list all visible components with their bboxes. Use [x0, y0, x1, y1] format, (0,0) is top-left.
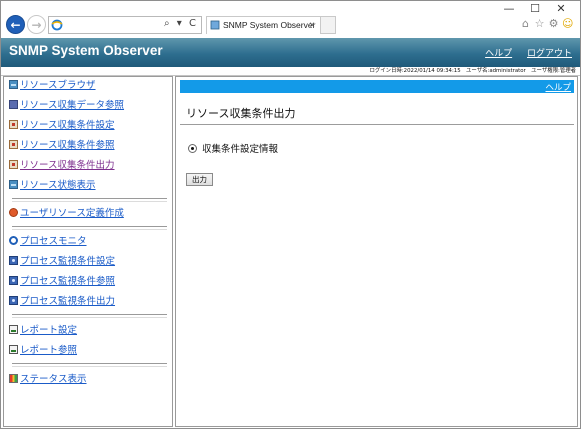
radio-selected-icon[interactable] — [188, 143, 197, 153]
title-divider — [180, 124, 574, 125]
app-title: SNMP System Observer — [9, 43, 163, 58]
ie-page-icon — [51, 19, 63, 31]
sidebar-item-process-monitor[interactable]: プロセスモニタ — [9, 234, 87, 247]
process-monitor-icon — [9, 235, 18, 245]
maximize-button[interactable]: ☐ — [522, 2, 548, 16]
login-info: ログイン日時:2022/01/14 09:34:15 ユーザ名:administ… — [369, 68, 577, 74]
resource-status-icon — [9, 179, 18, 189]
sidebar-item-label: レポート設定 — [20, 325, 78, 336]
settings-gear-icon[interactable]: ⚙ — [548, 18, 559, 30]
home-icon[interactable]: ⌂ — [520, 18, 531, 30]
sidebar-divider — [12, 314, 167, 318]
window-controls: — ☐ ✕ — [496, 2, 574, 16]
sidebar-item-resource-view[interactable]: リソース収集条件参照 — [9, 138, 115, 151]
sidebar-divider — [12, 363, 167, 367]
sidebar-item-label: レポート参照 — [20, 345, 78, 356]
output-button[interactable]: 出力 — [186, 173, 213, 186]
sidebar-item-label: リソース収集条件出力 — [20, 160, 115, 171]
sidebar-item-resource-status[interactable]: リソース状態表示 — [9, 178, 96, 191]
header-help-link[interactable]: ヘルプ — [485, 49, 512, 59]
sidebar-item-resource-output[interactable]: リソース収集条件出力 — [9, 158, 115, 171]
logout-link[interactable]: ログアウト — [527, 49, 572, 59]
sidebar-item-resource-browser[interactable]: リソースブラウザ — [9, 78, 96, 91]
resource-data-icon — [9, 99, 18, 109]
sidebar-item-report-settings[interactable]: レポート設定 — [9, 323, 78, 336]
sidebar-menu: リソースブラウザ リソース収集データ参照 リソース収集条件設定 リソース収集条件… — [3, 76, 173, 427]
back-button[interactable]: ← — [6, 15, 25, 34]
sidebar-item-label: リソース収集条件参照 — [20, 140, 115, 151]
status-display-icon — [9, 373, 18, 383]
sidebar-item-label: リソース状態表示 — [20, 180, 96, 191]
page-header-bar: ヘルプ — [180, 80, 574, 93]
new-tab-button[interactable] — [321, 16, 336, 34]
feedback-smiley-icon[interactable]: ☺ — [562, 18, 573, 30]
sidebar-item-label: リソース収集条件設定 — [20, 120, 115, 131]
sidebar-item-resource-data[interactable]: リソース収集データ参照 — [9, 98, 125, 111]
report-settings-icon — [9, 324, 18, 334]
sidebar-divider — [12, 198, 167, 202]
sidebar-item-label: ステータス表示 — [20, 374, 87, 385]
collection-settings-radio[interactable]: 収集条件設定情報 — [188, 141, 278, 155]
header-links: ヘルプ ログアウト — [473, 46, 572, 59]
sidebar-item-resource-settings[interactable]: リソース収集条件設定 — [9, 118, 115, 131]
sidebar-divider — [12, 226, 167, 230]
browser-toolbar-icons: ⌂ ☆ ⚙ ☺ — [520, 18, 573, 30]
report-view-icon — [9, 344, 18, 354]
favorites-star-icon[interactable]: ☆ — [534, 18, 545, 30]
main-content: ヘルプ リソース収集条件出力 収集条件設定情報 出力 — [175, 76, 578, 427]
address-bar[interactable]: ⌕ ▾ C — [48, 16, 202, 34]
app-header: SNMP System Observer ヘルプ ログアウト — [1, 38, 580, 67]
sidebar-item-label: リソース収集データ参照 — [20, 100, 125, 111]
page-title: リソース収集条件出力 — [186, 107, 296, 120]
sidebar-item-label: プロセス監視条件設定 — [20, 256, 116, 267]
sidebar-item-status-display[interactable]: ステータス表示 — [9, 372, 87, 385]
process-settings-icon — [9, 255, 18, 265]
resource-browser-icon — [9, 79, 18, 89]
sidebar-item-user-resource[interactable]: ユーザリソース定義作成 — [9, 206, 124, 219]
tab-title: SNMP System Observer — [223, 20, 316, 30]
sidebar-item-label: プロセス監視条件参照 — [20, 276, 116, 287]
resource-settings-icon — [9, 119, 18, 129]
minimize-button[interactable]: — — [496, 2, 522, 16]
browser-tab[interactable]: SNMP System Observer × — [206, 16, 321, 34]
forward-button[interactable]: → — [27, 15, 46, 34]
tab-close-icon[interactable]: × — [309, 17, 315, 34]
sidebar-item-process-settings[interactable]: プロセス監視条件設定 — [9, 254, 116, 267]
process-view-icon — [9, 275, 18, 285]
sidebar-item-report-view[interactable]: レポート参照 — [9, 343, 78, 356]
sidebar-item-label: リソースブラウザ — [20, 80, 96, 91]
page-help-link[interactable]: ヘルプ — [545, 81, 571, 93]
sidebar-item-label: プロセスモニタ — [20, 236, 87, 247]
tab-page-icon — [210, 20, 220, 30]
process-output-icon — [9, 295, 18, 305]
sidebar-item-label: ユーザリソース定義作成 — [20, 208, 124, 219]
sidebar-item-label: プロセス監視条件出力 — [20, 296, 116, 307]
resource-output-icon — [9, 159, 18, 169]
login-info-bar: ログイン日時:2022/01/14 09:34:15 ユーザ名:administ… — [1, 67, 580, 76]
user-resource-icon — [9, 207, 18, 217]
sidebar-item-process-output[interactable]: プロセス監視条件出力 — [9, 294, 116, 307]
sidebar-item-process-view[interactable]: プロセス監視条件参照 — [9, 274, 116, 287]
resource-view-icon — [9, 139, 18, 149]
radio-label: 収集条件設定情報 — [202, 144, 279, 155]
address-tools[interactable]: ⌕ ▾ C — [164, 18, 198, 29]
close-window-button[interactable]: ✕ — [548, 2, 574, 16]
browser-window: — ☐ ✕ ← → ⌕ ▾ C SNMP System Observer × ⌂… — [0, 0, 581, 429]
